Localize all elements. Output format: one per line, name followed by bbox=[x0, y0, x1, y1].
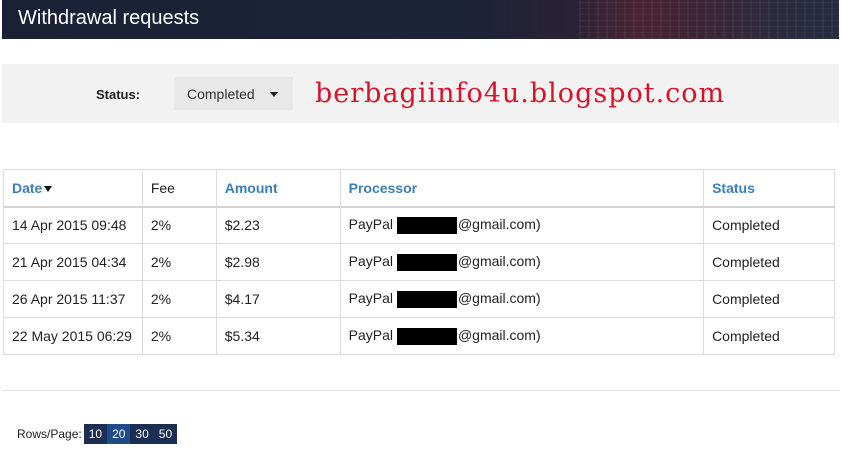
status-filter-bar: Status: Completed berbagiinfo4u.blogspot… bbox=[2, 64, 839, 123]
cell-status: Completed bbox=[703, 280, 835, 318]
table-row: 21 Apr 2015 04:34 2% $2.98 PayPal @gmail.… bbox=[3, 243, 835, 281]
column-header-date-label: Date bbox=[12, 179, 43, 196]
redacted-email-block bbox=[396, 327, 457, 345]
column-header-date[interactable]: Date bbox=[3, 169, 143, 208]
withdrawals-table: Date Fee Amount Processor Status 14 Apr … bbox=[3, 169, 835, 355]
cell-amount: $4.17 bbox=[215, 280, 341, 318]
column-header-fee: Fee bbox=[141, 169, 217, 208]
cell-fee: 2% bbox=[141, 280, 217, 318]
cell-date: 14 Apr 2015 09:48 bbox=[3, 206, 143, 244]
processor-name: PayPal bbox=[348, 327, 393, 344]
watermark-text: berbagiinfo4u.blogspot.com bbox=[315, 78, 726, 109]
header-skyline-image bbox=[579, 0, 839, 39]
cell-processor: PayPal @gmail.com) bbox=[339, 280, 705, 318]
chevron-down-icon bbox=[270, 92, 278, 97]
redacted-email-block bbox=[396, 290, 457, 308]
table-row: 22 May 2015 06:29 2% $5.34 PayPal @gmail.… bbox=[3, 317, 835, 355]
column-header-amount[interactable]: Amount bbox=[215, 169, 341, 208]
table-header-row: Date Fee Amount Processor Status bbox=[3, 169, 835, 208]
processor-name: PayPal bbox=[348, 216, 393, 233]
cell-date: 21 Apr 2015 04:34 bbox=[3, 243, 143, 281]
processor-name: PayPal bbox=[348, 253, 393, 270]
rows-per-page-option-20[interactable]: 20 bbox=[107, 424, 131, 444]
cell-status: Completed bbox=[703, 243, 835, 281]
processor-email-domain: @gmail.com) bbox=[457, 290, 541, 307]
cell-amount: $2.98 bbox=[215, 243, 341, 281]
status-dropdown[interactable]: Completed bbox=[174, 77, 293, 110]
cell-fee: 2% bbox=[141, 317, 217, 355]
cell-processor: PayPal @gmail.com) bbox=[339, 206, 705, 244]
page-title: Withdrawal requests bbox=[18, 7, 200, 29]
cell-amount: $2.23 bbox=[215, 206, 341, 244]
redacted-email-block bbox=[396, 253, 457, 271]
cell-fee: 2% bbox=[141, 243, 217, 281]
processor-email-domain: @gmail.com) bbox=[457, 253, 541, 270]
cell-processor: PayPal @gmail.com) bbox=[339, 317, 705, 355]
rows-per-page-selector: Rows/Page: 10 20 30 50 bbox=[17, 424, 178, 444]
cell-date: 22 May 2015 06:29 bbox=[3, 317, 143, 355]
rows-per-page-option-30[interactable]: 30 bbox=[130, 424, 154, 444]
page-header: Withdrawal requests bbox=[2, 0, 839, 39]
cell-status: Completed bbox=[703, 206, 835, 244]
status-dropdown-value: Completed bbox=[187, 86, 255, 102]
redacted-email-block bbox=[396, 217, 457, 235]
sort-desc-icon bbox=[44, 186, 53, 193]
cell-date: 26 Apr 2015 11:37 bbox=[3, 280, 143, 318]
table-row: 26 Apr 2015 11:37 2% $4.17 PayPal @gmail.… bbox=[3, 280, 835, 318]
cell-processor: PayPal @gmail.com) bbox=[339, 243, 705, 281]
column-header-status[interactable]: Status bbox=[703, 169, 835, 208]
processor-email-domain: @gmail.com) bbox=[457, 327, 541, 344]
divider bbox=[2, 390, 840, 391]
cell-amount: $5.34 bbox=[215, 317, 341, 355]
processor-email-domain: @gmail.com) bbox=[457, 216, 541, 233]
rows-per-page-option-50[interactable]: 50 bbox=[153, 424, 178, 444]
rows-per-page-option-10[interactable]: 10 bbox=[83, 424, 108, 444]
cell-fee: 2% bbox=[141, 206, 217, 244]
processor-name: PayPal bbox=[348, 290, 393, 307]
status-label: Status: bbox=[96, 87, 141, 102]
rows-per-page-label: Rows/Page: bbox=[17, 427, 82, 441]
cell-status: Completed bbox=[703, 317, 835, 355]
table-row: 14 Apr 2015 09:48 2% $2.23 PayPal @gmail.… bbox=[3, 206, 835, 244]
column-header-processor[interactable]: Processor bbox=[339, 169, 705, 208]
